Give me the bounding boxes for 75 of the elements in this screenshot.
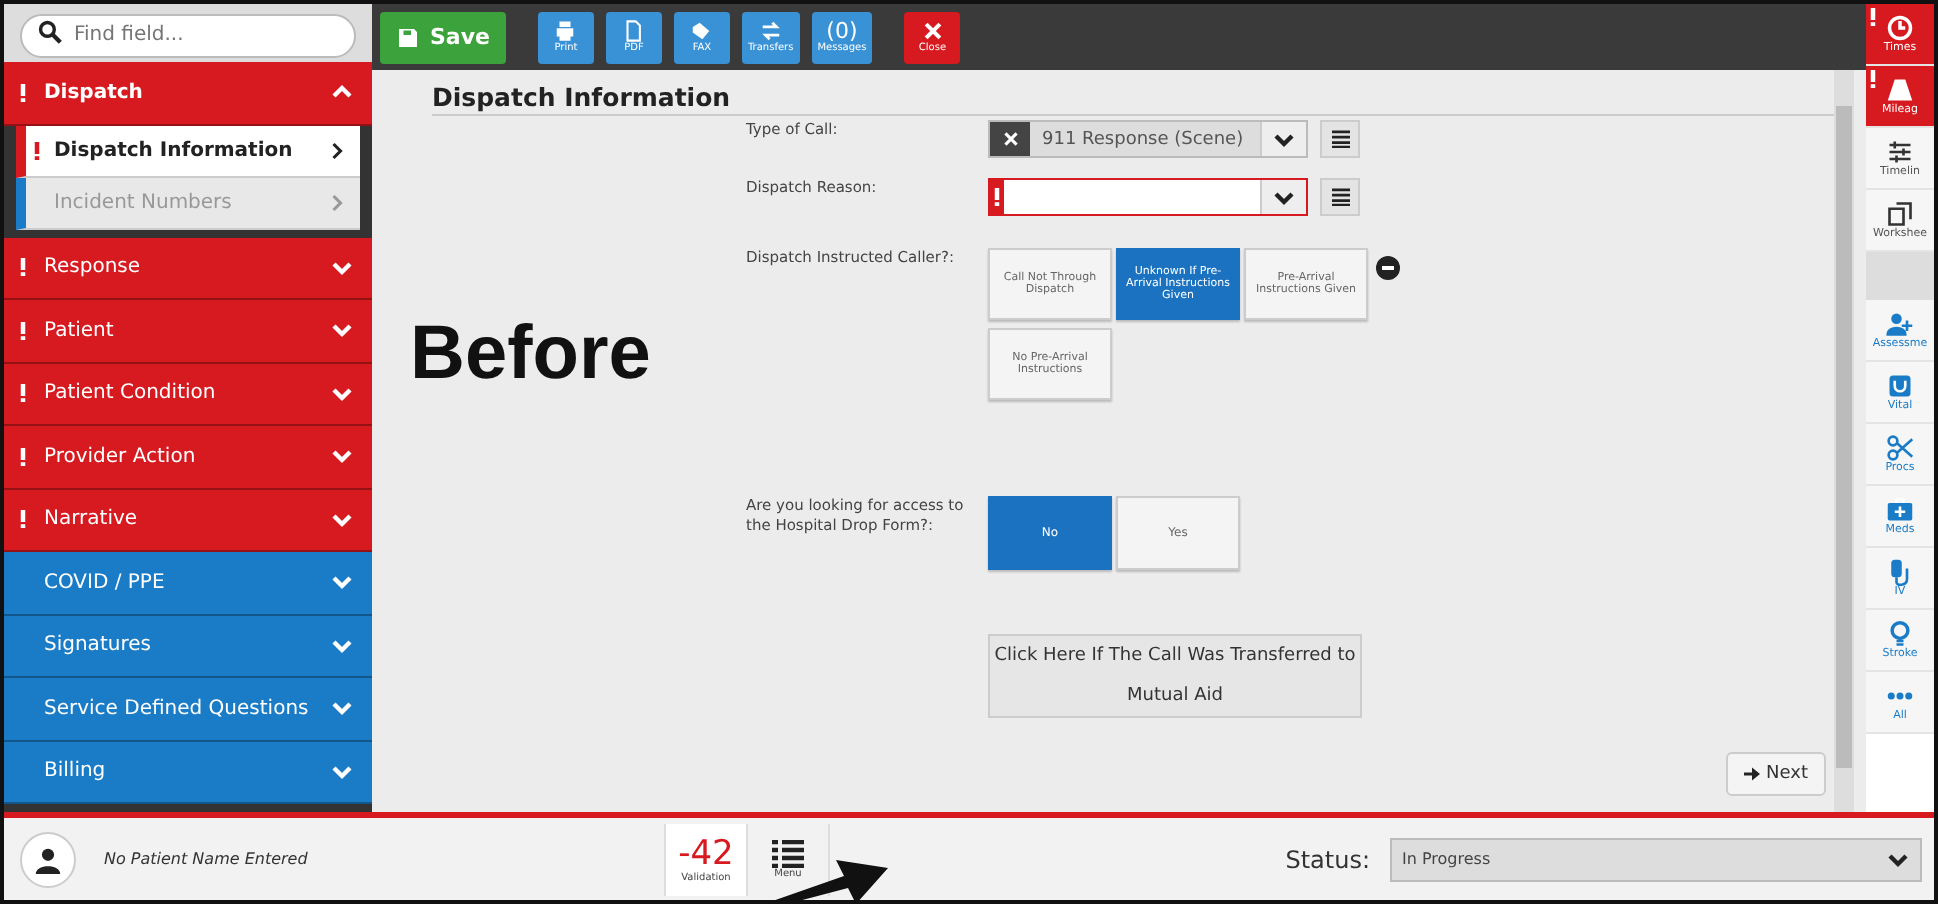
dropdown-field[interactable] — [988, 178, 1308, 216]
chevron-right-icon — [330, 193, 344, 211]
print-icon — [554, 20, 577, 42]
chevron-down-icon — [332, 761, 352, 782]
sidebar-item[interactable]: Dispatch Information — [16, 125, 360, 177]
alert-icon — [20, 384, 26, 403]
list-icon — [772, 839, 804, 867]
alert-icon — [20, 321, 26, 340]
sidebar-section[interactable]: Signatures — [4, 615, 372, 678]
rail-spacer — [1866, 252, 1934, 300]
chevron-down-icon — [1888, 849, 1908, 869]
sidebar-section[interactable]: Billing — [4, 741, 372, 804]
chevron-right-icon — [330, 141, 344, 159]
scrollbar[interactable] — [1834, 70, 1854, 812]
chevron-down-icon — [332, 320, 352, 341]
section-title: Dispatch Information — [432, 82, 1834, 116]
close-icon — [921, 20, 944, 42]
alert-icon — [1870, 70, 1876, 88]
next-button[interactable]: Next — [1726, 752, 1826, 796]
iv-icon — [1886, 558, 1914, 586]
chevron-down-icon — [332, 635, 352, 656]
search-icon — [38, 20, 62, 44]
pdf-icon — [622, 20, 645, 42]
status-label: Status: — [1285, 845, 1370, 873]
chevron-up-icon — [332, 82, 352, 103]
annotation-label: Before — [410, 312, 651, 398]
status-select[interactable]: In Progress — [1390, 837, 1922, 881]
alert-icon — [20, 83, 26, 102]
alert-icon — [20, 510, 26, 529]
mileage-icon — [1886, 76, 1914, 104]
alert-icon — [20, 447, 26, 466]
times-icon — [1886, 14, 1914, 42]
chevron-down-icon — [1274, 187, 1294, 207]
chevron-down-icon — [332, 509, 352, 530]
chevron-down-icon — [332, 257, 352, 278]
chevron-down-icon — [1274, 129, 1294, 149]
list-button[interactable] — [1320, 178, 1360, 216]
timeline-icon — [1886, 138, 1914, 166]
list-button[interactable] — [1320, 120, 1360, 158]
save-icon — [396, 25, 420, 49]
assessment-icon — [1886, 310, 1914, 338]
chevron-down-icon — [332, 572, 352, 593]
arrow-right-icon — [1744, 766, 1761, 782]
dropdown-field[interactable]: 911 Response (Scene) — [988, 120, 1308, 158]
chevron-down-icon — [332, 698, 352, 719]
transfers-icon — [759, 20, 782, 42]
sidebar-section[interactable]: Narrative — [4, 489, 372, 552]
chevron-down-icon — [332, 383, 352, 404]
sidebar-section[interactable]: Response — [4, 237, 372, 300]
sidebar-section[interactable]: Service Defined Questions — [4, 678, 372, 741]
patient-name: No Patient Name Entered — [104, 850, 310, 868]
clear-icon — [1003, 132, 1017, 146]
search-field[interactable]: Find field... — [20, 13, 356, 57]
sidebar-section[interactable]: Patient — [4, 300, 372, 363]
fax-icon — [690, 20, 713, 42]
alert-icon — [994, 188, 1000, 206]
worksheet-icon — [1886, 200, 1914, 228]
meds-icon — [1886, 496, 1914, 524]
alert-icon — [34, 141, 40, 159]
chevron-down-icon — [332, 446, 352, 467]
mutual-aid-button[interactable]: Click Here If The Call Was Transferred to Mutual Aid — [988, 634, 1362, 718]
sidebar-section[interactable]: Dispatch — [4, 62, 372, 125]
avatar-icon — [20, 831, 76, 887]
list-icon — [1331, 188, 1349, 206]
sidebar-section[interactable]: Patient Condition — [4, 363, 372, 426]
vital-icon — [1886, 372, 1914, 400]
alert-icon — [20, 258, 26, 277]
sidebar-section[interactable]: Provider Action — [4, 426, 372, 489]
alert-icon — [1870, 8, 1876, 26]
minus-icon[interactable] — [1376, 256, 1400, 280]
stroke-icon — [1886, 620, 1914, 648]
procs-icon — [1886, 434, 1914, 462]
sidebar-section[interactable]: COVID / PPE — [4, 552, 372, 615]
save-button[interactable]: Save — [380, 11, 506, 63]
list-icon — [1331, 130, 1349, 148]
